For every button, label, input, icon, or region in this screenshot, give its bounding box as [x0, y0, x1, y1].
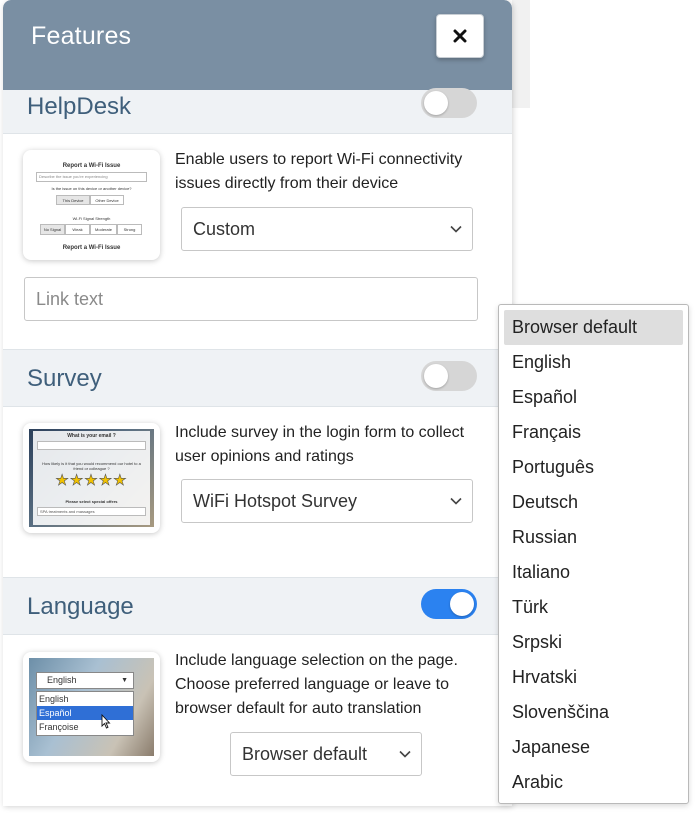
close-button[interactable]	[436, 14, 484, 58]
language-section-header: Language	[3, 577, 512, 635]
language-preview-image: English ▼ English Español Françoise	[23, 652, 160, 762]
survey-thumb-q2: How likely is it that you would recommen…	[42, 461, 141, 471]
helpdesk-select-value: Custom	[193, 218, 256, 239]
panel-header: Features	[3, 0, 512, 90]
helpdesk-description: Enable users to report Wi-Fi connectivit…	[175, 151, 463, 192]
language-option-english[interactable]: English	[499, 345, 688, 380]
survey-thumb-email-box	[37, 441, 146, 450]
survey-preview-image: What is your email ? How likely is it th…	[23, 423, 160, 533]
language-option-deutsch[interactable]: Deutsch	[499, 485, 688, 520]
language-thumb-select-value: English	[47, 675, 77, 685]
thumb-device-option: Other Device	[90, 195, 124, 205]
caret-down-icon: ▼	[121, 677, 128, 684]
background-shade	[512, 0, 530, 108]
language-option-turk[interactable]: Türk	[499, 590, 688, 625]
thumb-signal-label: Wi-Fi Signal Strength	[72, 216, 111, 221]
language-option-russian[interactable]: Russian	[499, 520, 688, 555]
language-toggle[interactable]	[421, 589, 477, 619]
thumb-title: Report a Wi-Fi Issue	[62, 163, 121, 169]
helpdesk-preview-image: Report a Wi-Fi Issue Describe the issue …	[23, 150, 160, 260]
language-select-value: Browser default	[242, 743, 368, 764]
toggle-knob	[424, 364, 448, 388]
survey-thumb-q1: What is your email ?	[67, 433, 116, 439]
survey-toggle[interactable]	[421, 361, 477, 391]
language-option-portugues[interactable]: Português	[499, 450, 688, 485]
survey-title: Survey	[27, 365, 102, 392]
language-option-srpski[interactable]: Srpski	[499, 625, 688, 660]
close-icon	[453, 29, 467, 43]
thumb-signal-option: Strong	[117, 224, 142, 235]
helpdesk-title: HelpDesk	[27, 93, 132, 120]
thumb-signal-option: Moderate	[90, 224, 117, 235]
survey-thumb-dropdown: SPA treatments and massages	[37, 507, 146, 516]
language-thumb-list: English Español Françoise	[36, 691, 134, 736]
toggle-knob	[424, 91, 448, 115]
survey-description: Include survey in the login form to coll…	[175, 424, 465, 465]
link-text-input[interactable]	[24, 277, 478, 321]
language-option-hrvatski[interactable]: Hrvatski	[499, 660, 688, 695]
language-option-browser-default[interactable]: Browser default	[504, 310, 683, 345]
cursor-icon	[101, 714, 111, 729]
language-thumb-option: Françoise	[39, 722, 79, 732]
chevron-down-icon	[399, 750, 411, 758]
panel-title: Features	[31, 22, 132, 50]
language-select[interactable]: Browser default	[230, 732, 422, 776]
language-option-arabic[interactable]: Arabic	[499, 765, 688, 800]
language-option-francais[interactable]: Français	[499, 415, 688, 450]
language-thumb-option: English	[39, 694, 69, 704]
language-option-espanol[interactable]: Español	[499, 380, 688, 415]
thumb-footer: Report a Wi-Fi Issue	[62, 245, 121, 251]
language-dropdown-list: Browser default English Español Français…	[498, 304, 689, 804]
helpdesk-select[interactable]: Custom	[181, 207, 473, 251]
thumb-signal-option: No Signal	[40, 224, 65, 235]
survey-section-header: Survey	[3, 349, 512, 407]
language-option-slovenscina[interactable]: Slovenščina	[499, 695, 688, 730]
language-thumb-select: English ▼	[36, 672, 134, 689]
thumb-device-option: This Device	[56, 195, 90, 205]
toggle-knob	[450, 592, 474, 616]
features-panel: Features HelpDesk Report a Wi-Fi Issue D…	[3, 0, 512, 806]
helpdesk-toggle[interactable]	[421, 88, 477, 118]
language-option-japanese[interactable]: Japanese	[499, 730, 688, 765]
language-option-italiano[interactable]: Italiano	[499, 555, 688, 590]
language-title: Language	[27, 593, 134, 620]
survey-select[interactable]: WiFi Hotspot Survey	[181, 479, 473, 523]
survey-thumb-stars: ★★★★★	[55, 472, 128, 489]
chevron-down-icon	[450, 225, 462, 233]
language-description: Include language selection on the page. …	[175, 652, 458, 717]
survey-select-value: WiFi Hotspot Survey	[193, 490, 358, 511]
survey-thumb-q3: Please select special offers	[65, 499, 118, 504]
chevron-down-icon	[450, 497, 462, 505]
thumb-question: Is the issue on this device or another d…	[51, 186, 132, 191]
helpdesk-section-header: HelpDesk	[3, 88, 512, 134]
thumb-signal-option: Weak	[65, 224, 90, 235]
language-thumb-option: Español	[37, 706, 133, 720]
thumb-textbox: Describe the issue you're experiencing	[36, 172, 147, 182]
